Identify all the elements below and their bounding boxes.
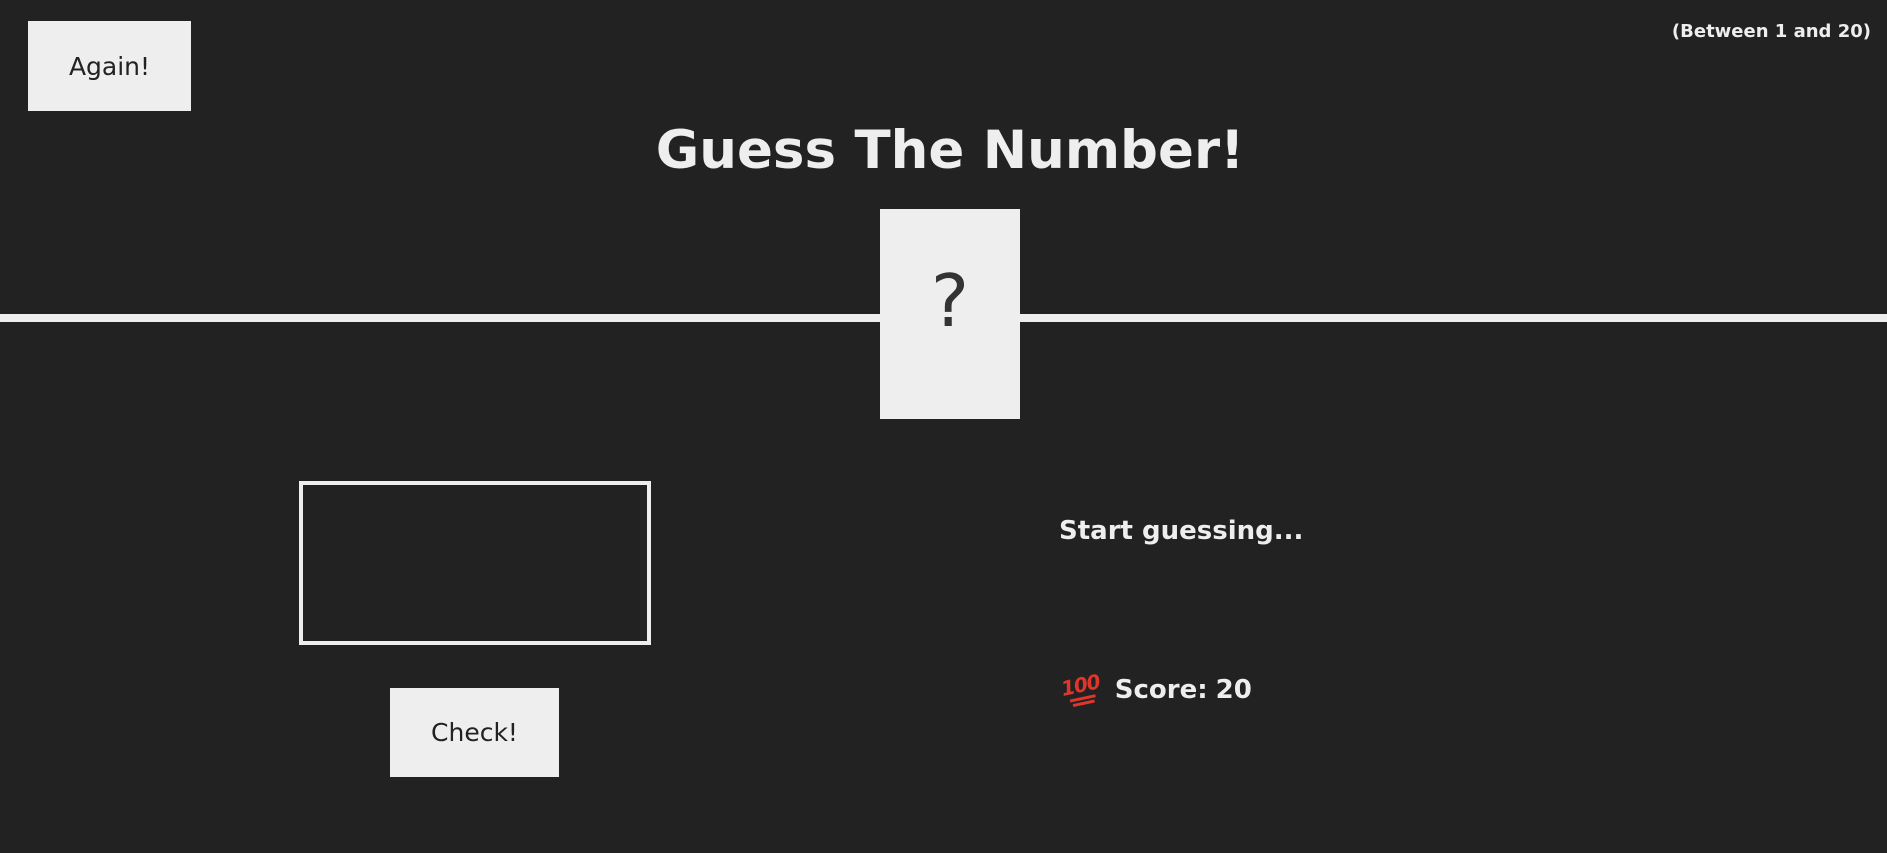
- status-message: Start guessing...: [1059, 516, 1304, 546]
- again-button[interactable]: Again!: [28, 21, 191, 111]
- check-button[interactable]: Check!: [390, 688, 559, 777]
- page-title: Guess The Number!: [655, 120, 1245, 181]
- score-value: 20: [1215, 675, 1252, 705]
- secret-number: ?: [880, 209, 1020, 419]
- score-label: Score:: [1114, 675, 1208, 705]
- guess-input[interactable]: [299, 481, 651, 645]
- score-line: 100 Score: 20: [1059, 669, 1252, 707]
- hundred-points-icon: 100: [1059, 669, 1103, 708]
- range-hint: (Between 1 and 20): [1671, 21, 1871, 42]
